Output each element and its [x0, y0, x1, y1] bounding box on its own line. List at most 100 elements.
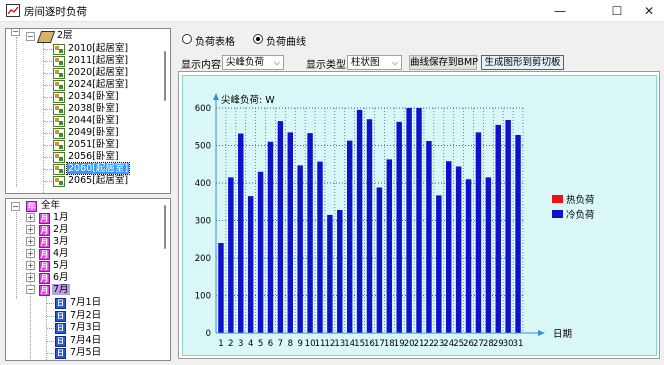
room-node[interactable]: 2049[卧室]	[67, 127, 120, 139]
y-axis-arrow	[213, 93, 219, 100]
save-bmp-button[interactable]: 曲线保存到BMP	[409, 55, 478, 70]
month-expander[interactable]: +	[26, 213, 35, 222]
maximize-button[interactable]: ☐	[602, 0, 632, 22]
curve-view-label[interactable]: 负荷曲线	[266, 33, 306, 48]
copy-to-clipboard-button[interactable]: 生成图形到剪切板	[481, 55, 564, 70]
room-node[interactable]: 2010[起居室]	[67, 43, 129, 55]
x-tick-label: 1	[218, 339, 223, 349]
cool-load-bar	[327, 214, 333, 333]
room-node[interactable]: 2020[起居室]	[67, 67, 129, 79]
month-node[interactable]: 3月	[52, 236, 70, 248]
room-node[interactable]: 2056[卧室]	[67, 151, 120, 163]
room-node[interactable]: 2044[卧室]	[67, 115, 120, 127]
month-icon: 月	[39, 213, 50, 224]
x-tick-label: 8	[288, 339, 293, 349]
y-tick-label: 600	[195, 104, 211, 114]
cool-load-bar	[307, 133, 313, 333]
floor-icon	[36, 31, 56, 43]
x-axis-arrow	[538, 330, 545, 336]
year-icon: 年	[26, 201, 37, 212]
day-node[interactable]: 7月1日	[69, 297, 102, 309]
content-select[interactable]: 尖峰负荷 ⌵	[222, 55, 284, 70]
x-tick-label: 4	[248, 339, 253, 349]
day-node[interactable]: 7月2日	[69, 310, 102, 322]
collapse-floor-expander[interactable]: −	[26, 32, 35, 41]
room-node[interactable]: 2024[起居室]	[67, 79, 129, 91]
table-view-radio[interactable]	[182, 34, 192, 44]
day-icon: 日	[55, 335, 66, 347]
time-tree-scrollbar[interactable]	[161, 199, 170, 360]
month-expander[interactable]: +	[26, 273, 35, 282]
close-button[interactable]: ✕	[634, 0, 664, 22]
month-node[interactable]: 7月	[52, 284, 70, 296]
chevron-down-icon: ⌵	[273, 58, 280, 67]
floor-node[interactable]: 2层	[56, 30, 74, 42]
day-node[interactable]: 7月5日	[69, 347, 102, 359]
room-node[interactable]: 2034[卧室]	[67, 91, 120, 103]
room-icon	[53, 152, 65, 163]
cool-load-bar	[317, 161, 323, 333]
y-tick-label: 300	[195, 217, 211, 227]
cool-load-bar	[376, 187, 383, 333]
room-node[interactable]: 2051[卧室]	[67, 139, 120, 151]
month-expander[interactable]: −	[26, 285, 35, 294]
room-icon	[53, 80, 65, 91]
cool-load-bar	[287, 132, 293, 333]
year-node[interactable]: 全年	[40, 200, 61, 212]
y-tick-label: 500	[195, 142, 211, 152]
year-expander[interactable]: −	[11, 202, 20, 211]
room-icon	[53, 56, 65, 67]
cool-load-bar	[426, 141, 432, 333]
collapse-root-expander[interactable]: −	[11, 29, 20, 36]
type-label: 显示类型	[306, 60, 346, 71]
month-node[interactable]: 2月	[52, 224, 70, 236]
month-icon: 月	[39, 273, 50, 284]
room-icon	[53, 104, 65, 115]
minimize-button[interactable]: —	[541, 0, 579, 22]
y-tick-label: 400	[195, 179, 211, 189]
month-node[interactable]: 5月	[52, 260, 70, 272]
month-expander[interactable]: +	[26, 225, 35, 234]
day-icon: 日	[55, 348, 66, 359]
day-icon: 日	[55, 323, 66, 334]
x-tick-label: 2	[228, 339, 233, 349]
month-expander[interactable]: +	[26, 249, 35, 258]
room-tree[interactable]: − − 2层 2010[起居室] 2011[起居室] 2020[起居室] 2024[起…	[5, 28, 171, 194]
y-axis-label: 尖峰负荷: W	[221, 94, 275, 106]
window-title: 房间逐时负荷	[24, 6, 87, 18]
content-label: 显示内容	[181, 60, 221, 71]
room-icon	[53, 140, 65, 151]
table-view-label[interactable]: 负荷表格	[195, 33, 235, 48]
month-node[interactable]: 6月	[52, 272, 70, 284]
title-bar: 房间逐时负荷 — ☐ ✕	[0, 0, 664, 22]
month-icon: 月	[39, 261, 50, 272]
month-expander[interactable]: +	[26, 261, 35, 270]
room-icon	[53, 116, 65, 127]
month-icon: 月	[39, 225, 50, 236]
y-tick-label: 0	[206, 329, 211, 339]
room-node[interactable]: 2011[起居室]	[67, 55, 129, 67]
cool-load-bar	[297, 165, 303, 333]
cool-load-bar	[455, 166, 462, 333]
cool-load-bar	[416, 108, 422, 333]
cool-load-bar	[505, 120, 511, 333]
time-tree[interactable]: − 年 全年 + 月 1月 + 月 2月 + 月 3月 + 月 4月 + 月 5月 + 月 6月 − 月 7月 日 7月1…	[5, 198, 171, 361]
x-tick-label: 6	[268, 339, 273, 349]
room-icon	[53, 68, 65, 79]
room-tree-scrollbar[interactable]	[161, 29, 170, 193]
month-node[interactable]: 1月	[52, 212, 70, 224]
room-node[interactable]: 2065[起居室]	[67, 175, 129, 187]
x-tick-label: 7	[278, 339, 283, 349]
month-node[interactable]: 4月	[52, 248, 70, 260]
cool-load-bar	[406, 108, 412, 333]
curve-view-radio[interactable]	[253, 34, 263, 44]
day-node[interactable]: 7月4日	[69, 335, 102, 347]
day-node[interactable]: 7月3日	[69, 322, 102, 334]
room-node[interactable]: 2038[卧室]	[67, 103, 120, 115]
cool-load-bar	[475, 132, 482, 333]
room-node[interactable]: 2060[起居室]	[65, 162, 131, 175]
cool-load-bar	[465, 179, 472, 333]
month-expander[interactable]: +	[26, 237, 35, 246]
type-select[interactable]: 柱状图 ⌵	[347, 55, 402, 70]
cool-load-bar	[247, 196, 254, 333]
